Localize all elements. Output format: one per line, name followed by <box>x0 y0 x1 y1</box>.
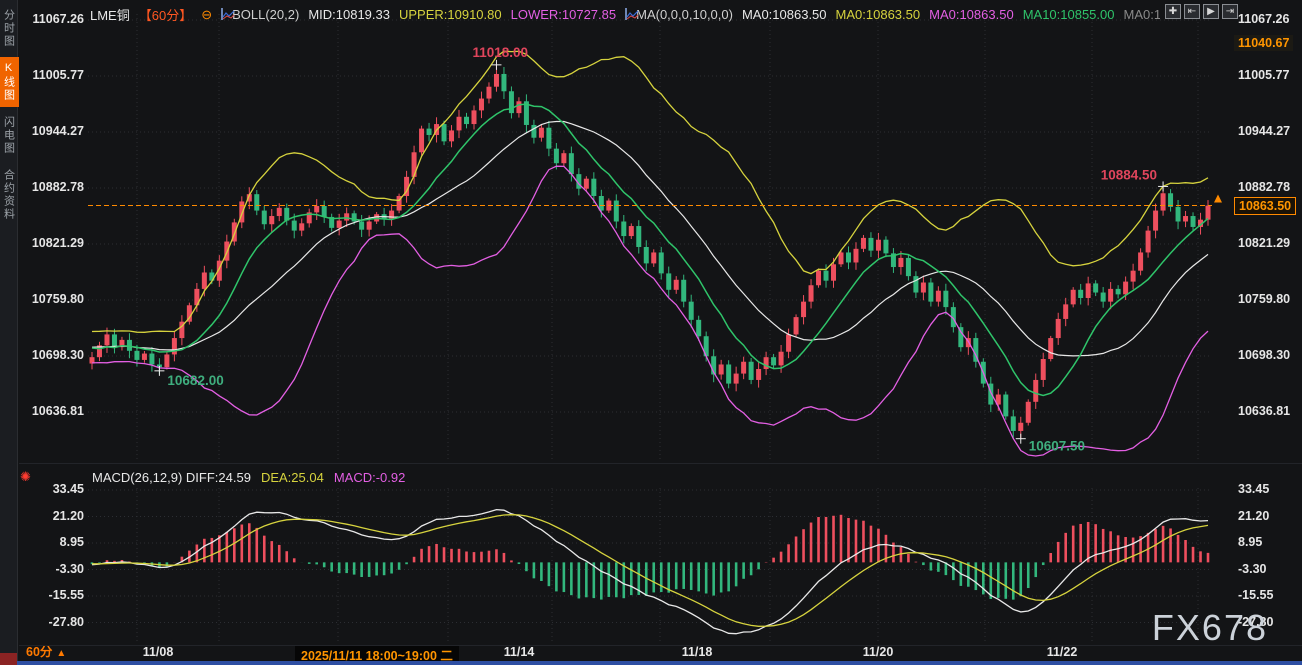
ma0-value-2: MA0:10863.50 <box>836 7 921 22</box>
time-tick-label: 11/18 <box>662 645 732 659</box>
price-axis-label: 11005.77 <box>1238 68 1302 82</box>
price-axis-label: 10698.30 <box>20 348 84 362</box>
macd-axis-label: 8.95 <box>20 535 84 549</box>
price-axis-label: 10821.29 <box>1238 236 1302 250</box>
scale-left-icon[interactable]: ⇤ <box>1184 4 1200 19</box>
ma-indicator-chart-icon <box>625 8 627 20</box>
watermark: FX678 <box>1152 607 1268 649</box>
macd-name-diff-value: MACD(26,12,9) DIFF:24.59 <box>92 470 251 485</box>
time-tick-label: 11/22 <box>1027 645 1097 659</box>
boll-mid-value: MID:10819.33 <box>308 7 390 22</box>
time-axis-divider <box>19 645 1302 646</box>
scale-right-icon[interactable]: ▶ <box>1203 4 1219 19</box>
price-axis-label: 10759.80 <box>1238 292 1302 306</box>
price-axis-label: 10698.30 <box>1238 348 1302 362</box>
price-axis-label: 11005.77 <box>20 68 84 82</box>
panel-divider <box>19 463 1302 464</box>
macd-axis-label: 8.95 <box>1238 535 1302 549</box>
macd-axis-label: -27.80 <box>20 615 84 629</box>
collapse-icon[interactable]: ⊖ <box>201 8 212 21</box>
candlestick-chart[interactable]: 10682.00 11018.00 10607.50 10884.50 <box>0 0 1302 665</box>
period-dropdown-arrow-icon: ▲ <box>56 648 66 659</box>
macd-axis-label: 21.20 <box>20 509 84 523</box>
macd-axis-label: 21.20 <box>1238 509 1302 523</box>
svg-text:10607.50: 10607.50 <box>1029 439 1085 454</box>
macd-settings-icon[interactable]: ✺ <box>20 469 31 485</box>
macd-axis-label: 33.45 <box>1238 482 1302 496</box>
macd-macd-value: MACD:-0.92 <box>334 470 406 485</box>
move-icon[interactable]: ✚ <box>1165 4 1181 19</box>
boll-upper-value: UPPER:10910.80 <box>399 7 502 22</box>
price-axis-label: 10944.27 <box>20 124 84 138</box>
price-axis-label: 11067.26 <box>1238 12 1302 26</box>
price-axis-label: 11067.26 <box>20 12 84 26</box>
time-tick-label: 11/08 <box>123 645 193 659</box>
time-tick-label: 11/14 <box>484 645 554 659</box>
ma0-value-1: MA0:10863.50 <box>742 7 827 22</box>
macd-axis-label: -15.55 <box>20 588 84 602</box>
last-price-badge: 10863.50 <box>1234 197 1296 215</box>
symbol-label: LME铜 <box>90 6 130 22</box>
macd-axis-label: -3.30 <box>20 562 84 576</box>
boll-indicator-chart-icon <box>221 8 223 20</box>
indicator-header: LME铜 【60分】 ⊖ BOLL(20,2) MID:10819.33 UPP… <box>90 6 1160 22</box>
price-axis-label: 10882.78 <box>1238 180 1302 194</box>
ma0-value-truncated: MA0:108 <box>1123 7 1160 22</box>
macd-axis-label: -15.55 <box>1238 588 1302 602</box>
price-axis-label: 10636.81 <box>1238 404 1302 418</box>
price-axis-label: 10821.29 <box>20 236 84 250</box>
macd-axis-label: -3.30 <box>1238 562 1302 576</box>
ma10-value: MA10:10855.00 <box>1023 7 1115 22</box>
ma-name-label: MA(0,0,0,10,0,0) <box>636 7 733 22</box>
price-axis-label: 10759.80 <box>20 292 84 306</box>
macd-dea-value: DEA:25.04 <box>261 470 324 485</box>
time-axis: 60分▲ 11/0811/1411/1811/2011/22 2025/11/1… <box>0 645 1302 660</box>
svg-text:11018.00: 11018.00 <box>472 45 528 60</box>
ma0-value-3: MA0:10863.50 <box>929 7 1014 22</box>
period-label: 【60分】 <box>139 6 192 22</box>
trading-app-window: 分时图 K线图 闪电图 合约资料 10682.0011018.0010607.5… <box>0 0 1302 665</box>
bottom-scrollbar[interactable] <box>0 661 1302 665</box>
price-axis-label: 10636.81 <box>20 404 84 418</box>
chart-toolbar: ✚ ⇤ ▶ ⇥ <box>1165 4 1238 19</box>
time-tick-label: 11/20 <box>843 645 913 659</box>
corner-marker <box>0 653 17 665</box>
svg-text:10884.50: 10884.50 <box>1101 167 1157 182</box>
boll-lower-value: LOWER:10727.85 <box>511 7 617 22</box>
upper-price-badge: 11040.67 <box>1234 35 1293 51</box>
goto-latest-icon[interactable]: ⇥ <box>1222 4 1238 19</box>
svg-text:10682.00: 10682.00 <box>167 373 223 388</box>
macd-header: MACD(26,12,9) DIFF:24.59 DEA:25.04 MACD:… <box>92 470 405 485</box>
price-axis-label: 10882.78 <box>20 180 84 194</box>
period-selector[interactable]: 60分▲ <box>26 641 66 660</box>
boll-name-label: BOLL(20,2) <box>232 7 299 22</box>
price-axis-label: 10944.27 <box>1238 124 1302 138</box>
